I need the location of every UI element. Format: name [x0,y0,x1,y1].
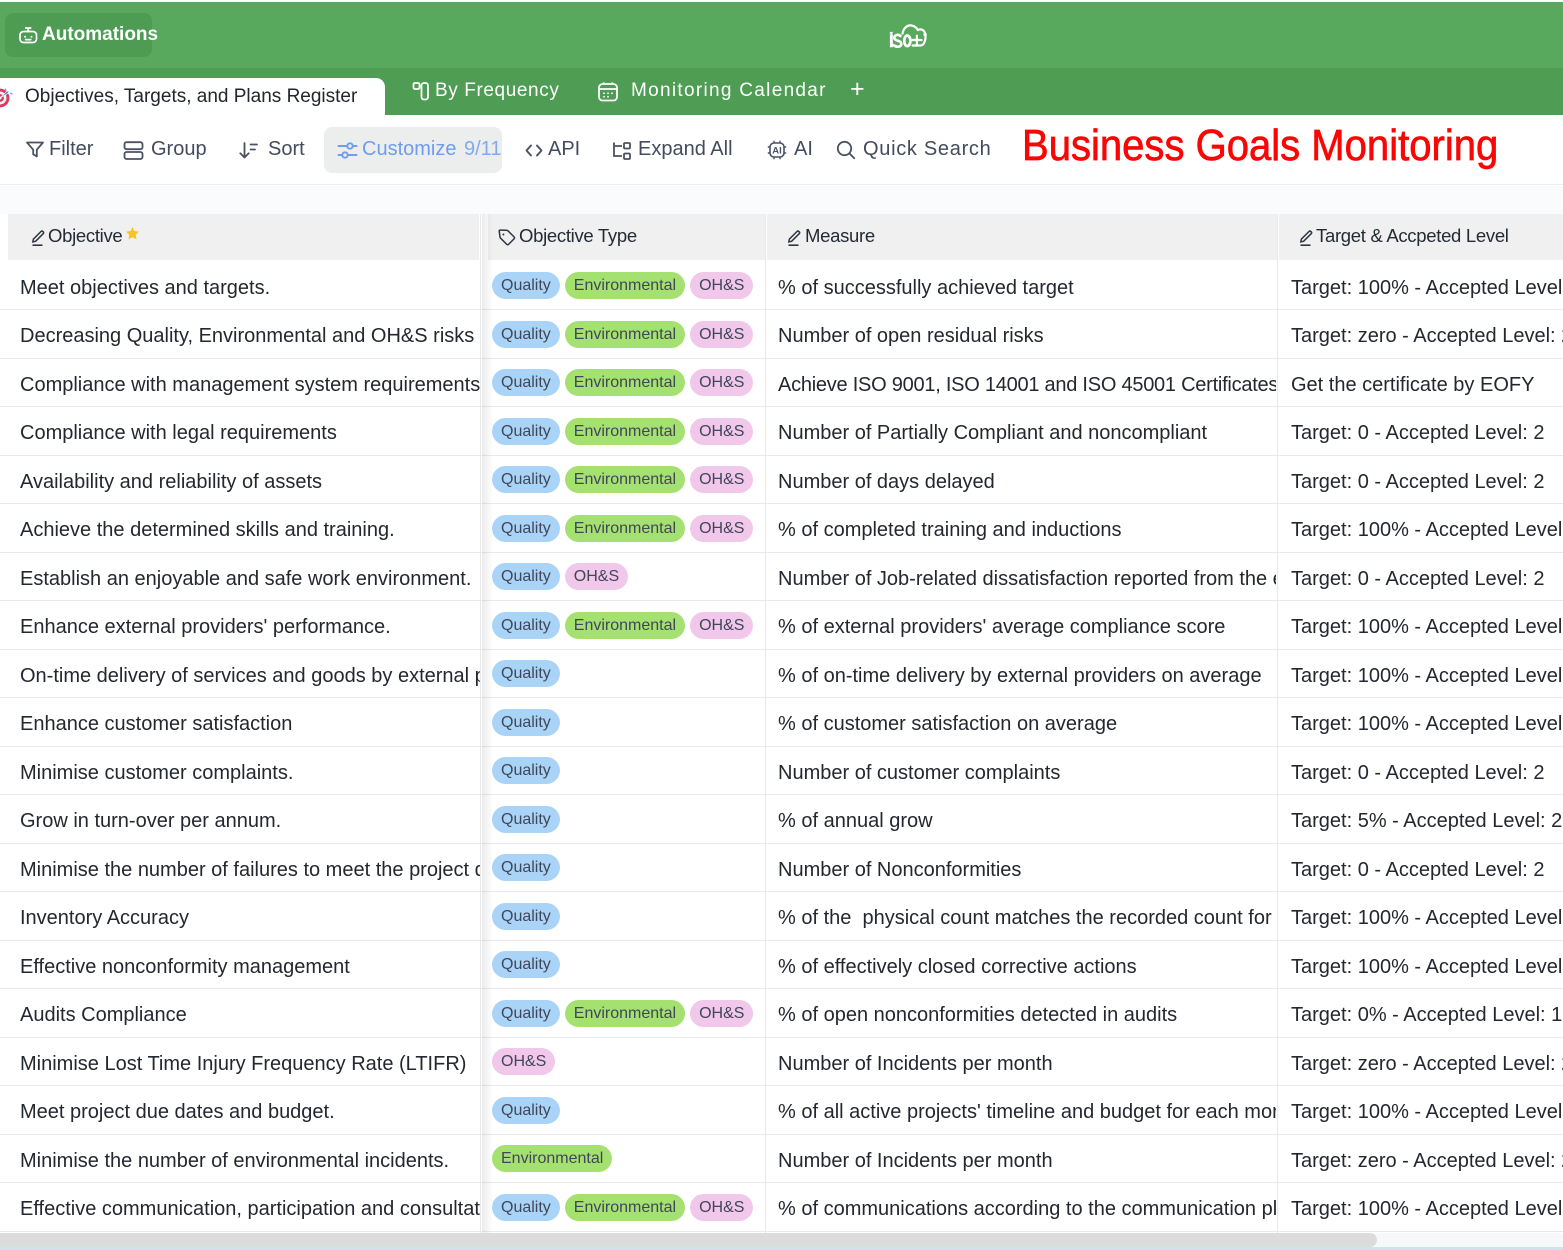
svg-text:AI: AI [772,146,782,157]
